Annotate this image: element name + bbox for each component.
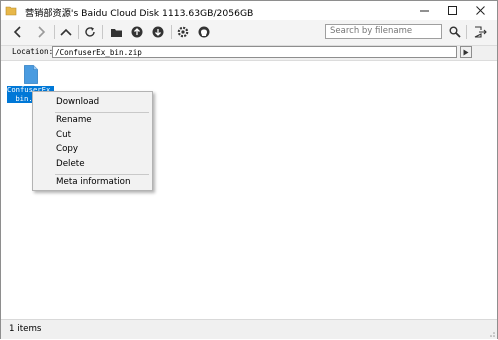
minimize-button[interactable] (411, 1, 439, 20)
logout-button[interactable] (471, 23, 489, 41)
menu-item-copy[interactable]: Copy (56, 144, 78, 154)
toolbar-separator (78, 25, 79, 39)
title-bar: 营销部资源's Baidu Cloud Disk 1113.63GB/2056G… (1, 1, 497, 20)
close-button[interactable] (467, 1, 495, 20)
maximize-button[interactable] (439, 1, 467, 20)
maximize-icon (448, 5, 457, 15)
folder-icon (110, 28, 122, 37)
new-folder-button[interactable] (107, 23, 125, 41)
settings-button[interactable] (174, 23, 192, 41)
upload-button[interactable] (128, 23, 146, 41)
app-icon (5, 5, 17, 16)
location-input[interactable]: /ConfuserEx_bin.zip (52, 46, 457, 58)
github-button[interactable] (195, 23, 213, 41)
search-input[interactable] (325, 24, 442, 39)
search-icon (449, 26, 461, 38)
toolbar-separator (54, 25, 55, 39)
file-icon (24, 65, 38, 84)
location-bar: Location: /ConfuserEx_bin.zip (1, 46, 497, 61)
menu-separator (55, 174, 149, 175)
toolbar-separator (171, 25, 172, 39)
menu-item-delete[interactable]: Delete (56, 159, 85, 169)
menu-separator (55, 112, 149, 113)
arrow-right-icon (38, 26, 46, 38)
resize-grip-icon[interactable] (487, 329, 495, 337)
menu-item-meta-information[interactable]: Meta information (56, 177, 130, 187)
search-button[interactable] (446, 23, 464, 41)
app-window: 营销部资源's Baidu Cloud Disk 1113.63GB/2056G… (0, 0, 498, 339)
back-button[interactable] (9, 23, 27, 41)
minimize-icon (420, 10, 429, 11)
triangle-right-icon (463, 49, 469, 55)
forward-button[interactable] (32, 23, 50, 41)
up-button[interactable] (57, 23, 75, 41)
gear-icon (177, 26, 189, 38)
download-button[interactable] (149, 23, 167, 41)
location-go-button[interactable] (460, 46, 472, 58)
refresh-button[interactable] (81, 23, 99, 41)
refresh-icon (85, 27, 95, 37)
upload-icon (131, 26, 143, 38)
window-title: 营销部资源's Baidu Cloud Disk 1113.63GB/2056G… (25, 8, 254, 19)
toolbar-separator (102, 25, 103, 39)
location-label: Location: (12, 47, 54, 56)
menu-item-download[interactable]: Download (56, 97, 99, 107)
github-icon (198, 26, 210, 38)
status-bar: 1 items (1, 319, 497, 339)
arrow-left-icon (13, 26, 21, 38)
toolbar (1, 20, 497, 46)
close-icon (476, 5, 485, 15)
context-menu: Download Rename Cut Copy Delete Meta inf… (32, 91, 153, 191)
menu-item-rename[interactable]: Rename (56, 115, 92, 125)
toolbar-separator (466, 25, 467, 39)
logout-icon (474, 26, 487, 38)
chevron-up-icon (60, 28, 72, 36)
download-icon (152, 26, 164, 38)
status-text: 1 items (9, 324, 42, 334)
menu-item-cut[interactable]: Cut (56, 130, 71, 140)
